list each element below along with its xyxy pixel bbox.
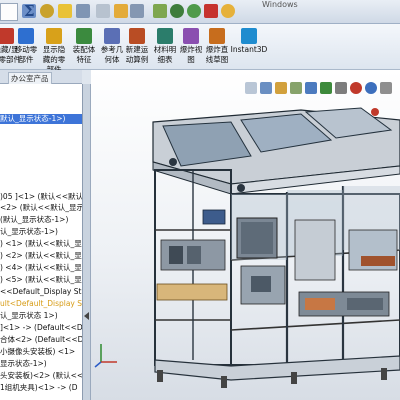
quick-access-toolbar: Σ Windows (0, 0, 400, 24)
tree-item[interactable]: 默认_显示状态-1>) (0, 114, 82, 124)
explode-line-icon (209, 28, 225, 44)
reference-geometry-icon (104, 28, 120, 44)
window-title: Windows (262, 0, 298, 9)
measure-icon[interactable] (76, 4, 90, 18)
select-tool-button[interactable] (0, 3, 18, 21)
display-style-icon[interactable] (170, 4, 184, 18)
button-label: 线草图 (205, 55, 229, 64)
button-label: 显示隐 (42, 45, 66, 54)
instant3d-icon (241, 28, 257, 44)
hide-show-icon[interactable] (187, 4, 201, 18)
tree-item[interactable]: ult<Default_Display S (0, 299, 82, 309)
rebuild-icon[interactable] (40, 4, 54, 18)
panel-splitter[interactable] (83, 84, 91, 400)
command-tabs: 办公室产品 (0, 70, 82, 85)
tree-item[interactable]: ) <2> (默认<<默认_显 (0, 251, 82, 261)
solidworks-window: Σ Windows 隐藏/显 示零部件 移动零 部件 显示隐 藏的零 部件 (0, 0, 400, 400)
bom-icon (157, 28, 173, 44)
tree-item[interactable]: ) <4> (默认<<默认_显 (0, 263, 82, 273)
tree-item[interactable]: ]<1> -> (Default<<De (0, 323, 82, 333)
tree-item[interactable]: 合体<2> (Default<<D (0, 335, 82, 345)
feature-manager-tree: 默认_显示状态-1>) )05 ]<1> (默认<<默认 <2> (默认<<默认_显… (0, 84, 83, 400)
tree-item[interactable]: ) <5> (默认<<默认_显 (0, 275, 82, 285)
show-hidden-icon (46, 28, 62, 44)
move-component-icon (18, 28, 34, 44)
x-icon[interactable] (130, 4, 144, 18)
tree-item[interactable]: 头安装板)<2> (默认<< (0, 371, 82, 381)
appearance-icon[interactable] (204, 4, 218, 18)
tree-item[interactable]: )05 ]<1> (默认<<默认 (0, 192, 82, 202)
tree-item[interactable]: ) <1> (默认<<默认_显 (0, 239, 82, 249)
tree-item[interactable]: 认_显示状态-1>) (0, 227, 82, 237)
explode-line-sketch-button[interactable]: 爆炸直 线草图 (201, 28, 233, 70)
button-label: 藏的零 (42, 55, 66, 64)
tree-item[interactable]: 1组机夹具)<1> -> (D (0, 383, 82, 393)
tree-item[interactable]: 显示状态-1>) (0, 359, 82, 369)
mate-icon[interactable] (114, 4, 128, 18)
tree-item[interactable]: 小摄像头安装板) <1> (0, 347, 82, 357)
machine-assembly-model[interactable] (91, 70, 400, 400)
scene-icon[interactable] (221, 4, 235, 18)
motion-study-icon (129, 28, 145, 44)
show-hidden-components-button[interactable]: 显示隐 藏的零 部件 (38, 28, 70, 74)
button-label: 爆炸直 (205, 45, 229, 54)
tree-item[interactable]: (默认_显示状态-1>) (0, 215, 82, 225)
tree-item[interactable]: <2> (默认<<默认_显示 (0, 203, 82, 213)
coordinate-triad (94, 344, 117, 368)
assembly-feature-icon (76, 28, 92, 44)
tools-icon[interactable] (96, 4, 110, 18)
warning-icon[interactable] (58, 4, 72, 18)
command-manager: 隐藏/显 示零部件 移动零 部件 显示隐 藏的零 部件 装配体 特征 参考几 何… (0, 24, 400, 74)
collapse-arrow-icon[interactable] (84, 312, 89, 320)
tree-item[interactable]: 认_显示状态 1>) (0, 311, 82, 321)
button-label: Instant3D (230, 45, 268, 54)
graphics-area[interactable] (91, 70, 400, 400)
instant3d-button[interactable]: Instant3D (230, 28, 268, 70)
tree-item[interactable]: <<Default_Display Sta (0, 287, 82, 297)
explode-icon (183, 28, 199, 44)
sigma-icon[interactable]: Σ (24, 2, 35, 20)
view-orientation-icon[interactable] (153, 4, 167, 18)
